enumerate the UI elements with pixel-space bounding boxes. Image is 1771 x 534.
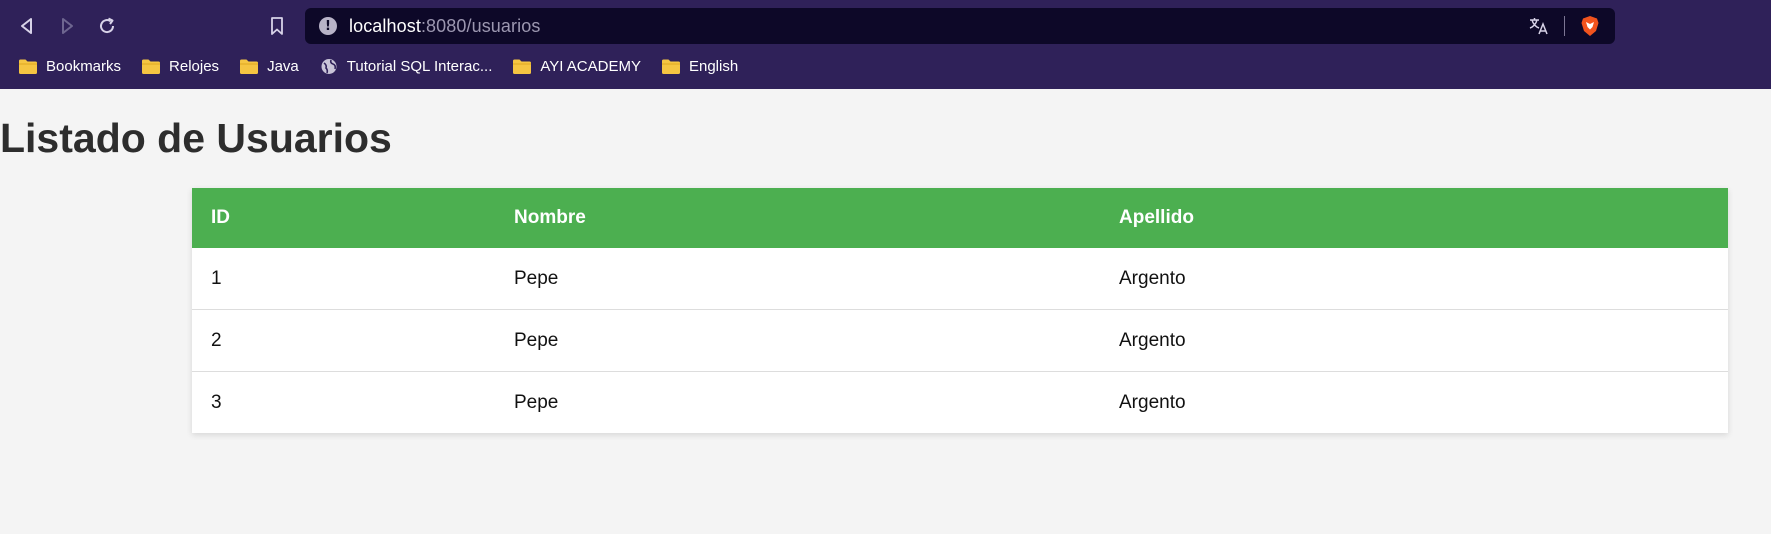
reload-button[interactable] bbox=[93, 12, 121, 40]
bookmark-java[interactable]: Java bbox=[239, 58, 299, 75]
cell-apellido: Argento bbox=[1119, 267, 1186, 289]
url-text[interactable]: localhost:8080/usuarios bbox=[349, 16, 540, 37]
cell-id: 3 bbox=[192, 371, 495, 433]
table-header-row: ID Nombre Apellido bbox=[192, 188, 1728, 248]
folder-icon bbox=[142, 59, 161, 74]
bookmarks-bar: Bookmarks Relojes Java Tutorial SQL Inte… bbox=[0, 52, 1771, 80]
forward-icon bbox=[62, 18, 73, 34]
bookmark-page-button[interactable] bbox=[263, 12, 291, 40]
folder-icon bbox=[240, 59, 259, 74]
bookmark-relojes[interactable]: Relojes bbox=[141, 58, 219, 75]
cell-id: 1 bbox=[211, 267, 222, 289]
cell-nombre: Pepe bbox=[514, 267, 559, 289]
folder-icon bbox=[661, 59, 680, 74]
address-bar-actions bbox=[1528, 8, 1601, 44]
bookmark-label: Java bbox=[267, 57, 299, 75]
bookmark-icon bbox=[271, 17, 283, 35]
bookmark-english[interactable]: English bbox=[661, 58, 738, 75]
url-path: :8080/usuarios bbox=[420, 15, 541, 36]
url-host: localhost bbox=[349, 15, 421, 36]
column-header-id: ID bbox=[192, 188, 495, 248]
forward-button[interactable] bbox=[53, 12, 81, 40]
brave-shields-icon[interactable] bbox=[1579, 15, 1601, 37]
globe-icon bbox=[321, 58, 337, 74]
bookmark-bookmarks[interactable]: Bookmarks bbox=[18, 58, 121, 75]
table-row: 2 Pepe Argento bbox=[192, 309, 1728, 372]
folder-icon bbox=[513, 59, 532, 74]
reload-icon bbox=[100, 17, 115, 34]
users-table-container: ID Nombre Apellido 1 Pepe Argento 2 Pepe… bbox=[192, 188, 1728, 433]
folder-icon bbox=[19, 59, 37, 74]
bookmark-tutorial-sql[interactable]: Tutorial SQL Interac... bbox=[319, 57, 493, 75]
bookmark-label: English bbox=[688, 57, 739, 75]
cell-apellido: Argento bbox=[1100, 309, 1728, 372]
translate-icon[interactable] bbox=[1528, 15, 1550, 37]
cell-nombre: Pepe bbox=[495, 371, 1100, 433]
bookmark-label: Relojes bbox=[169, 57, 220, 75]
back-icon bbox=[21, 18, 32, 34]
page-title: Listado de Usuarios bbox=[0, 115, 392, 161]
cell-apellido: Argento bbox=[1100, 371, 1728, 433]
table-row: 3 Pepe Argento bbox=[192, 371, 1728, 433]
browser-chrome: ! localhost:8080/usuarios Bookmarks Relo… bbox=[0, 0, 1771, 89]
divider bbox=[1564, 16, 1565, 36]
column-header-apellido: Apellido bbox=[1100, 188, 1728, 248]
cell-nombre: Pepe bbox=[495, 309, 1100, 372]
site-info-icon[interactable]: ! bbox=[319, 17, 337, 35]
page-content: Listado de Usuarios ID Nombre Apellido 1… bbox=[0, 89, 1771, 534]
bookmark-label: Bookmarks bbox=[46, 57, 122, 75]
bookmark-label: AYI ACADEMY bbox=[540, 57, 641, 75]
address-bar[interactable]: ! localhost:8080/usuarios bbox=[305, 8, 1615, 44]
back-button[interactable] bbox=[13, 12, 41, 40]
browser-toolbar: ! localhost:8080/usuarios bbox=[0, 8, 1771, 44]
users-table: ID Nombre Apellido 1 Pepe Argento 2 Pepe… bbox=[192, 188, 1728, 433]
column-header-nombre: Nombre bbox=[495, 188, 1100, 248]
cell-id: 2 bbox=[192, 309, 495, 372]
table-row: 1 Pepe Argento bbox=[192, 248, 1728, 310]
bookmark-ayi-academy[interactable]: AYI ACADEMY bbox=[512, 58, 641, 75]
bookmark-label: Tutorial SQL Interac... bbox=[346, 57, 493, 75]
